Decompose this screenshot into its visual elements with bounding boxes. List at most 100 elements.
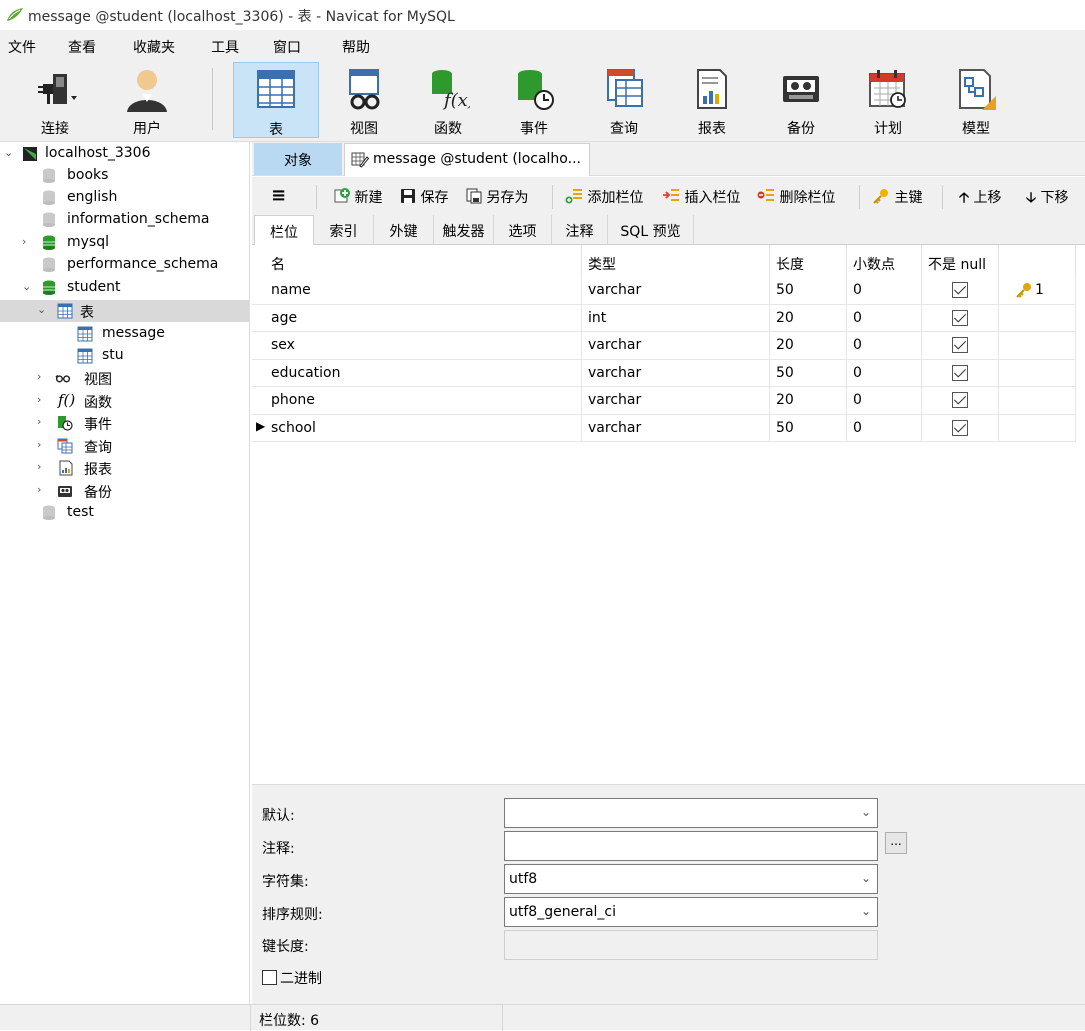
checkbox-box[interactable]	[262, 970, 277, 985]
tab-sql-preview[interactable]: SQL 预览	[608, 215, 694, 245]
new-button[interactable]: 新建	[334, 187, 382, 207]
table-row[interactable]: education varchar 50 0	[252, 359, 1076, 387]
table-button[interactable]: 表	[233, 62, 319, 138]
cell-decimals[interactable]: 0	[847, 304, 922, 332]
chevron-down-icon[interactable]: ⌄	[37, 303, 49, 317]
tree-table-message[interactable]: message	[0, 323, 249, 345]
cell-name[interactable]: name	[265, 277, 582, 304]
tree-node-backups[interactable]: › 备份	[0, 480, 249, 502]
tree-connection[interactable]: ⌄ localhost_3306	[0, 143, 249, 165]
cell-length[interactable]: 50	[770, 414, 847, 442]
not-null-checkbox[interactable]	[952, 392, 968, 408]
chevron-right-icon[interactable]: ›	[37, 393, 49, 407]
backup-button[interactable]: 备份	[763, 62, 839, 138]
cell-length[interactable]: 20	[770, 387, 847, 414]
connect-button[interactable]: 连接	[20, 62, 90, 138]
column-header-length[interactable]: 长度	[770, 245, 847, 277]
cell-key[interactable]	[999, 387, 1076, 414]
tree-node-functions[interactable]: › f() 函数	[0, 390, 249, 412]
chevron-down-icon[interactable]: ⌄	[22, 280, 34, 294]
cell-key[interactable]	[999, 332, 1076, 359]
schedule-button[interactable]: 计划	[850, 62, 926, 138]
tab-fields[interactable]: 栏位	[254, 215, 314, 246]
cell-type[interactable]: varchar	[582, 414, 770, 442]
column-header-decimals[interactable]: 小数点	[847, 245, 922, 277]
insert-field-button[interactable]: 插入栏位	[662, 187, 740, 207]
cell-name[interactable]: phone	[265, 387, 582, 414]
tab-options[interactable]: 选项	[494, 215, 552, 245]
cell-key[interactable]	[999, 304, 1076, 332]
tree-db-performance-schema[interactable]: performance_schema	[0, 254, 249, 276]
cell-not-null[interactable]	[922, 304, 999, 332]
not-null-checkbox[interactable]	[952, 337, 968, 353]
model-button[interactable]: 模型	[938, 62, 1014, 138]
table-row[interactable]: ▶ school varchar 50 0	[252, 414, 1076, 442]
tab-triggers[interactable]: 触发器	[434, 215, 494, 245]
cell-key[interactable]	[999, 359, 1076, 387]
function-button[interactable]: f(x) 函数	[410, 62, 486, 138]
table-row[interactable]: age int 20 0	[252, 304, 1076, 332]
cell-decimals[interactable]: 0	[847, 414, 922, 442]
column-header-key[interactable]	[999, 245, 1076, 277]
tree-node-reports[interactable]: › 报表	[0, 457, 249, 479]
cell-length[interactable]: 50	[770, 359, 847, 387]
view-button[interactable]: 视图	[326, 62, 402, 138]
query-button[interactable]: 查询	[586, 62, 662, 138]
column-header-name[interactable]: 名	[265, 245, 582, 277]
tree-db-student[interactable]: ⌄ student	[0, 277, 249, 299]
cell-decimals[interactable]: 0	[847, 387, 922, 414]
tree-node-tables[interactable]: ⌄ 表	[0, 300, 249, 322]
column-header-type[interactable]: 类型	[582, 245, 770, 277]
tab-indexes[interactable]: 索引	[314, 215, 374, 245]
add-field-button[interactable]: 添加栏位	[565, 187, 643, 207]
move-up-button[interactable]: 🡡 上移	[959, 187, 1002, 211]
cell-length[interactable]: 50	[770, 277, 847, 304]
collation-combobox[interactable]: utf8_general_ci ⌄	[504, 897, 878, 927]
cell-name[interactable]: sex	[265, 332, 582, 359]
cell-not-null[interactable]	[922, 359, 999, 387]
column-header-not-null[interactable]: 不是 null	[922, 245, 999, 277]
menu-tools[interactable]: 工具	[211, 37, 239, 57]
cell-type[interactable]: varchar	[582, 359, 770, 387]
chevron-down-icon[interactable]: ⌄	[4, 146, 16, 160]
cell-not-null[interactable]	[922, 414, 999, 442]
chevron-right-icon[interactable]: ›	[37, 438, 49, 452]
menu-file[interactable]: 文件	[8, 37, 36, 57]
primary-key-button[interactable]: 主键	[872, 187, 922, 207]
chevron-right-icon[interactable]: ›	[22, 235, 34, 249]
tree-db-information-schema[interactable]: information_schema	[0, 209, 249, 231]
charset-combobox[interactable]: utf8 ⌄	[504, 864, 878, 894]
move-down-button[interactable]: 🡣 下移	[1026, 187, 1069, 211]
tree-node-views[interactable]: › 视图	[0, 367, 249, 389]
table-row[interactable]: phone varchar 20 0	[252, 387, 1076, 415]
cell-key[interactable]	[999, 414, 1076, 442]
table-row[interactable]: sex varchar 20 0	[252, 332, 1076, 360]
tree-db-english[interactable]: english	[0, 187, 249, 209]
comment-field[interactable]	[504, 831, 878, 861]
cell-type[interactable]: int	[582, 304, 770, 332]
cell-not-null[interactable]	[922, 387, 999, 414]
not-null-checkbox[interactable]	[952, 364, 968, 381]
cell-length[interactable]: 20	[770, 332, 847, 359]
menu-favorites[interactable]: 收藏夹	[133, 37, 175, 57]
not-null-checkbox[interactable]	[952, 282, 968, 298]
cell-name[interactable]: age	[265, 304, 582, 332]
cell-key[interactable]: 1	[999, 277, 1076, 304]
cell-decimals[interactable]: 0	[847, 332, 922, 359]
delete-field-button[interactable]: 删除栏位	[757, 187, 835, 207]
user-button[interactable]: 用户	[112, 62, 182, 138]
event-button[interactable]: 事件	[496, 62, 572, 138]
chevron-right-icon[interactable]: ›	[37, 483, 49, 497]
chevron-right-icon[interactable]: ›	[37, 460, 49, 474]
cell-decimals[interactable]: 0	[847, 359, 922, 387]
cell-length[interactable]: 20	[770, 304, 847, 332]
cell-decimals[interactable]: 0	[847, 277, 922, 304]
tree-db-test[interactable]: test	[0, 502, 249, 524]
default-combobox[interactable]: ⌄	[504, 798, 878, 828]
cell-name[interactable]: school	[265, 414, 582, 442]
save-as-button[interactable]: 另存为	[466, 187, 528, 207]
report-button[interactable]: 报表	[674, 62, 750, 138]
not-null-checkbox[interactable]	[952, 419, 968, 436]
tree-db-books[interactable]: books	[0, 165, 249, 187]
table-row[interactable]: name varchar 50 0 1	[252, 277, 1076, 305]
